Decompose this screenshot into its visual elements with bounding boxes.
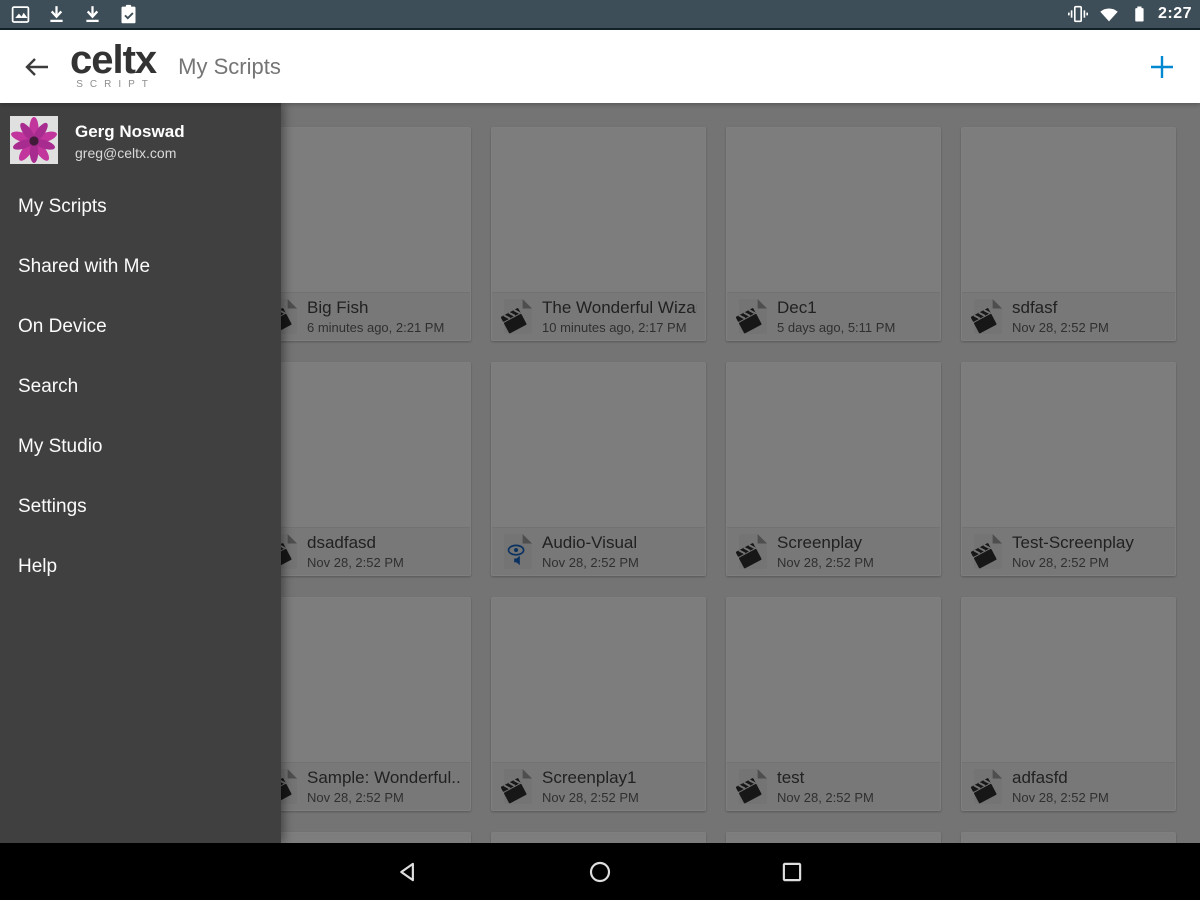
drawer-menu-item[interactable]: Shared with Me xyxy=(0,237,281,297)
drawer-menu-item[interactable]: Search xyxy=(0,357,281,417)
app-screen: 2:27 celtx SCRIPT My Scripts Gerg Noswad… xyxy=(0,0,1200,900)
status-notification-icons xyxy=(10,4,1067,25)
plus-icon xyxy=(1151,55,1173,78)
recents-icon xyxy=(782,862,802,881)
drawer-item-label: My Studio xyxy=(18,436,103,457)
back-icon xyxy=(400,862,414,881)
page-title: My Scripts xyxy=(178,53,281,79)
clipboard-check-icon xyxy=(121,4,136,23)
android-navbar xyxy=(0,843,1200,900)
status-system-icons: 2:27 xyxy=(1067,3,1192,25)
celtx-logo-subtext: SCRIPT xyxy=(76,79,155,90)
drawer-menu-item[interactable]: On Device xyxy=(0,297,281,357)
download-icon xyxy=(50,5,63,22)
drawer-menu-item[interactable]: Help xyxy=(0,537,281,597)
clock: 2:27 xyxy=(1157,5,1192,22)
profile-header: Gerg Noswad greg@celtx.com xyxy=(0,103,281,175)
profile-text: Gerg Noswad greg@celtx.com xyxy=(75,119,185,161)
drawer-menu: My Scripts Shared with Me On Device Sear… xyxy=(0,175,281,597)
vibrate-icon xyxy=(1067,5,1088,23)
drawer-item-label: Shared with Me xyxy=(18,256,151,277)
drawer-item-label: My Scripts xyxy=(18,196,107,217)
back-button[interactable] xyxy=(16,47,56,87)
drawer-item-label: Search xyxy=(18,376,79,397)
nav-home-button[interactable] xyxy=(585,857,615,887)
drawer-item-label: Settings xyxy=(18,496,87,517)
home-icon xyxy=(589,861,611,882)
screenshot-image-icon xyxy=(11,5,30,23)
download-icon xyxy=(86,5,99,22)
back-arrow-icon xyxy=(25,57,48,76)
drawer-item-label: On Device xyxy=(18,316,107,337)
add-script-button[interactable] xyxy=(1142,47,1182,87)
drawer-menu-item[interactable]: Settings xyxy=(0,477,281,537)
toolbar: celtx SCRIPT My Scripts xyxy=(0,30,1200,103)
celtx-logo-text: celtx xyxy=(70,38,157,82)
profile-email: greg@celtx.com xyxy=(75,144,177,161)
nav-back-button[interactable] xyxy=(393,857,423,887)
nav-recents-button[interactable] xyxy=(777,857,807,887)
drawer-menu-item[interactable]: My Studio xyxy=(0,417,281,477)
navigation-drawer: Gerg Noswad greg@celtx.com My Scripts Sh… xyxy=(0,103,281,843)
status-bar: 2:27 xyxy=(0,0,1200,30)
battery-icon xyxy=(1135,6,1144,22)
drawer-item-label: Help xyxy=(18,556,58,577)
wifi-icon xyxy=(1100,8,1118,22)
drawer-menu-item[interactable]: My Scripts xyxy=(0,177,281,237)
avatar[interactable] xyxy=(10,116,58,164)
celtx-logo: celtx SCRIPT xyxy=(70,38,157,90)
profile-name: Gerg Noswad xyxy=(75,122,185,142)
